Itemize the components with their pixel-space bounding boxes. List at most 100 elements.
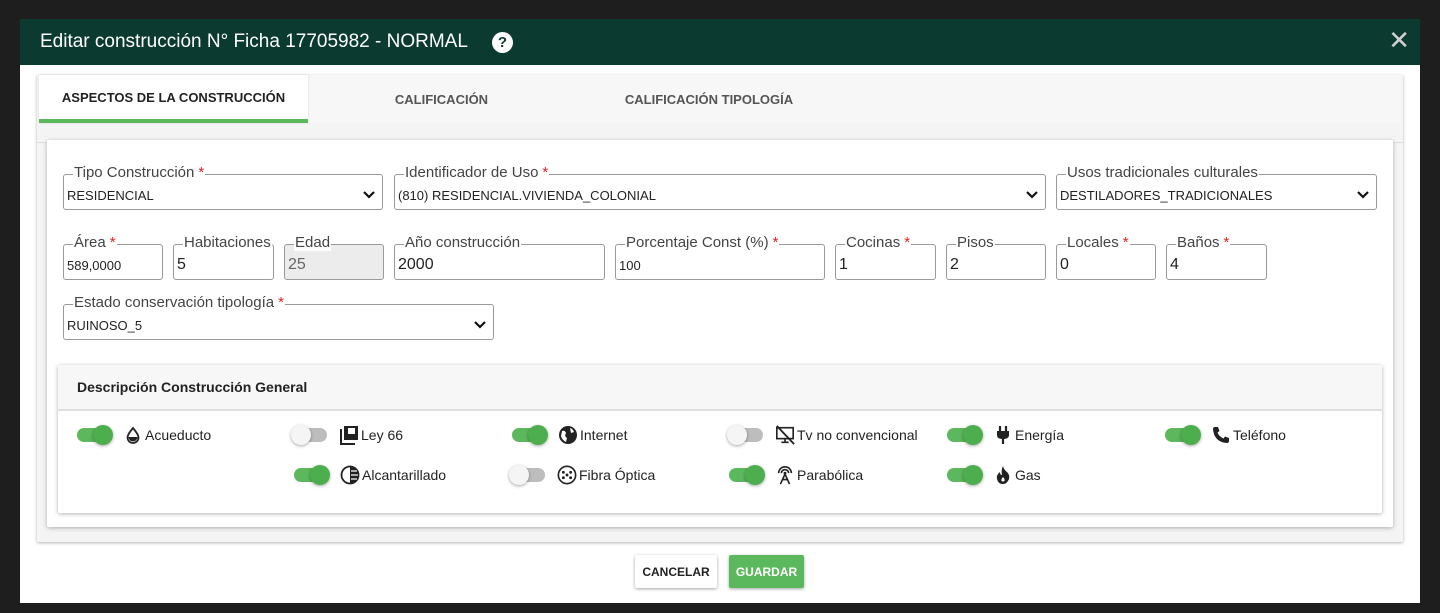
locales-label-text: Locales (1067, 234, 1119, 251)
service-acueducto: Acueducto (77, 423, 211, 447)
porcentaje-const-value: 100 (619, 258, 641, 273)
required-mark: * (198, 164, 205, 181)
phone-icon (1211, 425, 1231, 445)
estado-conservacion-label-text: Estado conservación tipología (74, 294, 275, 311)
tab-calificacion[interactable]: CALIFICACIÓN (308, 75, 575, 123)
fibra-toggle[interactable] (509, 465, 545, 485)
internet-label: Internet (580, 427, 628, 443)
locales-input[interactable]: Locales * 0 (1056, 234, 1156, 280)
toggle-knob (509, 465, 529, 485)
required-mark: * (1223, 234, 1230, 251)
porcentaje-const-input[interactable]: Porcentaje Const (%) * 100 (615, 234, 825, 280)
alcantarillado-label: Alcantarillado (362, 467, 447, 483)
edad-label-text: Edad (295, 234, 331, 251)
estado-conservacion-label: Estado conservación tipología * (73, 294, 285, 311)
toggle-knob (963, 425, 983, 445)
descripcion-title: Descripción Construcción General (58, 365, 1382, 411)
edad-value: 25 (288, 256, 306, 273)
anio-construccion-label-text: Año construcción (405, 234, 521, 251)
tipo-construccion-value: RESIDENCIAL (67, 188, 154, 203)
required-mark: * (109, 234, 116, 251)
tipo-construccion-select[interactable]: Tipo Construcción * RESIDENCIAL (63, 164, 383, 210)
modal-header: Editar construcción N° Ficha 17705982 - … (20, 19, 1420, 65)
book-icon (339, 425, 359, 445)
pisos-input[interactable]: Pisos 2 (946, 234, 1046, 280)
tv-toggle[interactable] (727, 425, 763, 445)
descripcion-panel: Descripción Construcción General Acueduc… (58, 365, 1382, 513)
chevron-down-icon (474, 321, 486, 329)
usos-tradicionales-value: DESTILADORES_TRADICIONALES (1060, 188, 1273, 203)
porcentaje-const-label-text: Porcentaje Const (%) (626, 234, 769, 251)
ley66-toggle[interactable] (291, 425, 327, 445)
tipo-construccion-label-text: Tipo Construcción (74, 164, 195, 181)
estado-conservacion-select[interactable]: Estado conservación tipología * RUINOSO_5 (63, 294, 494, 340)
usos-tradicionales-select[interactable]: Usos tradicionales culturales DESTILADOR… (1056, 164, 1377, 210)
chevron-down-icon (363, 191, 375, 199)
energia-toggle[interactable] (947, 425, 983, 445)
service-energia: Energía (947, 423, 1064, 447)
area-value: 589,0000 (67, 258, 122, 273)
banos-input[interactable]: Baños * 4 (1166, 234, 1267, 280)
service-tv: Tv no convencional (727, 423, 918, 447)
edad-label: Edad (294, 234, 332, 251)
identificador-uso-label-text: Identificador de Uso (405, 164, 539, 181)
habitaciones-value: 5 (177, 256, 186, 273)
anio-construccion-input[interactable]: Año construcción 2000 (394, 234, 605, 280)
estado-conservacion-value: RUINOSO_5 (67, 318, 143, 333)
required-mark: * (542, 164, 549, 181)
area-input[interactable]: Área * 589,0000 (63, 234, 163, 280)
service-telefono: Teléfono (1165, 423, 1286, 447)
tv-off-icon (775, 425, 795, 445)
toggle-knob (963, 465, 983, 485)
pisos-value: 2 (950, 256, 959, 273)
toggle-knob (291, 425, 311, 445)
service-alcantarillado: Alcantarillado (294, 463, 446, 487)
pisos-label-text: Pisos (957, 234, 994, 251)
alcantarillado-toggle[interactable] (294, 465, 330, 485)
area-label-text: Área (74, 234, 106, 251)
service-ley66: Ley 66 (291, 423, 403, 447)
habitaciones-input[interactable]: Habitaciones 5 (173, 234, 274, 280)
cancel-button[interactable]: CANCELAR (635, 555, 717, 588)
area-label: Área * (73, 234, 117, 251)
service-internet: Internet (512, 423, 627, 447)
fire-icon (993, 465, 1013, 485)
service-parabolica: Parabólica (729, 463, 863, 487)
edit-construction-modal: Editar construcción N° Ficha 17705982 - … (20, 19, 1420, 603)
internet-toggle[interactable] (512, 425, 548, 445)
acueducto-toggle[interactable] (77, 425, 113, 445)
save-button[interactable]: GUARDAR (729, 555, 804, 588)
acueducto-label: Acueducto (145, 427, 212, 443)
porcentaje-const-label: Porcentaje Const (%) * (625, 234, 780, 251)
tab-bar: ASPECTOS DE LA CONSTRUCCIÓN CALIFICACIÓN… (39, 75, 1401, 123)
service-gas: Gas (947, 463, 1041, 487)
parabolica-toggle[interactable] (729, 465, 765, 485)
tipo-construccion-label: Tipo Construcción * (73, 164, 206, 181)
half-circle-icon (340, 465, 360, 485)
identificador-uso-value: (810) RESIDENCIAL.VIVIENDA_COLONIAL (398, 188, 656, 203)
tab-aspectos[interactable]: ASPECTOS DE LA CONSTRUCCIÓN (39, 75, 308, 123)
identificador-uso-select[interactable]: Identificador de Uso * (810) RESIDENCIAL.… (394, 164, 1046, 210)
anio-construccion-label: Año construcción (404, 234, 522, 251)
locales-value: 0 (1060, 256, 1069, 273)
anio-construccion-value: 2000 (398, 256, 434, 273)
toggle-knob (745, 465, 765, 485)
telefono-toggle[interactable] (1165, 425, 1201, 445)
usos-tradicionales-label-text: Usos tradicionales culturales (1067, 164, 1258, 181)
tv-label: Tv no convencional (797, 427, 918, 443)
toggle-knob (727, 425, 747, 445)
chevron-down-icon (1357, 191, 1369, 199)
toggle-knob (93, 425, 113, 445)
tab-calificacion-tipologia[interactable]: CALIFICACIÓN TIPOLOGÍA (575, 75, 843, 123)
fibra-label: Fibra Óptica (579, 467, 656, 483)
pisos-label: Pisos (956, 234, 995, 251)
cocinas-value: 1 (839, 256, 848, 273)
question-circle-icon[interactable]: ? (491, 31, 513, 53)
close-icon[interactable]: ✕ (1388, 27, 1410, 53)
cocinas-input[interactable]: Cocinas * 1 (835, 234, 936, 280)
gas-toggle[interactable] (947, 465, 983, 485)
edad-input: Edad 25 (284, 234, 384, 280)
gas-label: Gas (1015, 467, 1041, 483)
required-mark: * (278, 294, 284, 311)
globe-icon (558, 425, 578, 445)
